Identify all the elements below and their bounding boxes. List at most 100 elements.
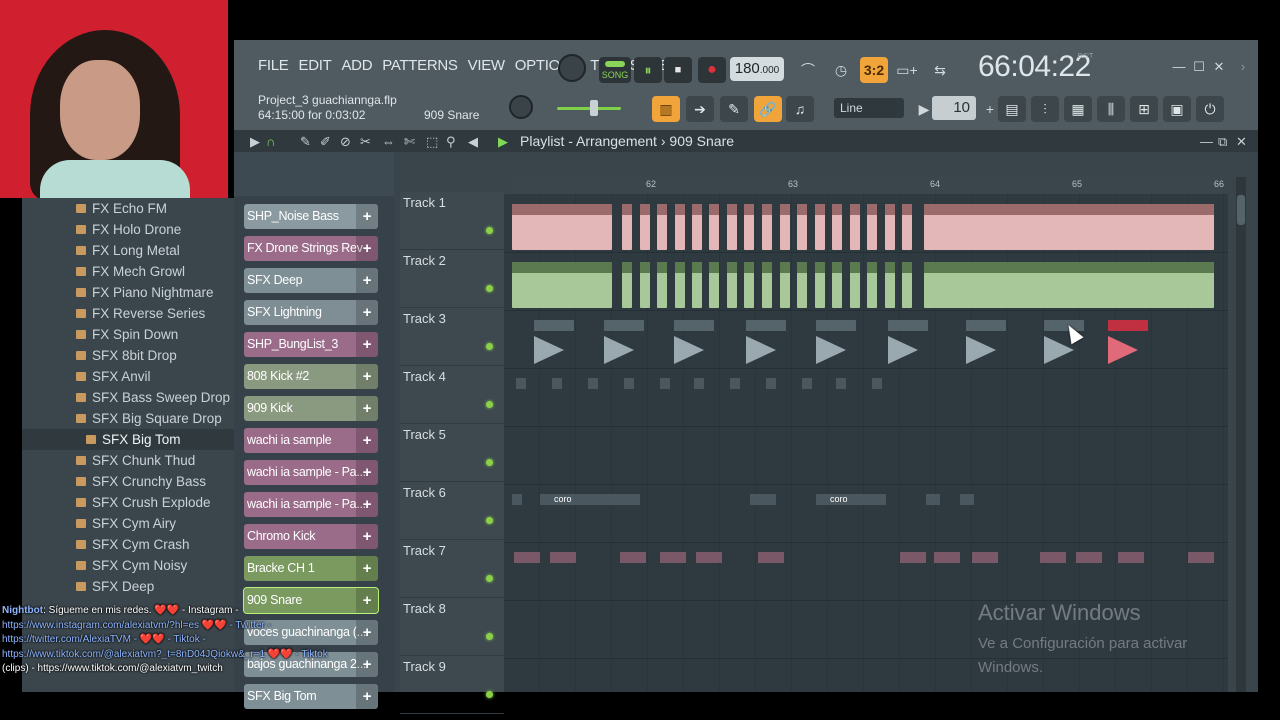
menu-item[interactable]: ADD: [341, 57, 372, 74]
audio-clip[interactable]: [888, 320, 928, 366]
tempo-display[interactable]: 180.000: [730, 57, 784, 81]
pattern-clip[interactable]: [926, 494, 940, 540]
track-mute-led[interactable]: [486, 285, 493, 292]
track-mute-led[interactable]: [486, 343, 493, 350]
pattern-clip[interactable]: [624, 378, 634, 424]
record-button[interactable]: ●: [698, 57, 726, 83]
pattern-clip[interactable]: [550, 552, 576, 598]
pattern-clip[interactable]: [766, 378, 776, 424]
add-channel-icon[interactable]: +: [356, 460, 378, 485]
audio-clip[interactable]: [797, 262, 807, 308]
audio-clip[interactable]: [867, 204, 877, 250]
panel-arrow-icon[interactable]: ›: [1234, 58, 1252, 76]
add-channel-icon[interactable]: +: [356, 332, 378, 357]
audio-clip[interactable]: [867, 262, 877, 308]
audio-clip[interactable]: [744, 204, 754, 250]
channel-button[interactable]: SHP_BungList_3 +: [244, 332, 378, 357]
pattern-clip[interactable]: [750, 494, 776, 540]
playlist-minimize-icon[interactable]: —: [1200, 134, 1213, 149]
audio-clip[interactable]: [850, 204, 860, 250]
audio-clip[interactable]: [1108, 320, 1148, 366]
plugin-picker-icon[interactable]: ▣: [1163, 96, 1191, 122]
audio-clip[interactable]: [885, 204, 895, 250]
menu-item[interactable]: PATTERNS: [382, 57, 458, 74]
audio-clip[interactable]: [640, 262, 650, 308]
channel-button[interactable]: SFX Deep +: [244, 268, 378, 293]
add-channel-icon[interactable]: +: [356, 236, 378, 261]
audio-clip[interactable]: [762, 204, 772, 250]
audio-clip[interactable]: [692, 262, 702, 308]
maximize-icon[interactable]: ☐: [1190, 58, 1208, 76]
audio-clip[interactable]: [604, 320, 644, 366]
piano-roll-icon[interactable]: ▥: [652, 96, 680, 122]
track-header[interactable]: Track 9: [400, 656, 504, 714]
channel-button[interactable]: Chromo Kick +: [244, 524, 378, 549]
track-header[interactable]: Track 2: [400, 250, 504, 308]
mute-tool-icon[interactable]: ✂: [360, 134, 371, 150]
menu-item[interactable]: FILE: [258, 57, 289, 74]
audio-clip[interactable]: [657, 262, 667, 308]
channel-rack-icon[interactable]: ⫶: [1031, 96, 1059, 122]
chat-line[interactable]: (clips) - https://www.tiktok.com/@alexia…: [2, 662, 362, 677]
browser-item[interactable]: SFX Big Tom: [22, 429, 234, 450]
audio-clip[interactable]: [815, 262, 825, 308]
audio-clip[interactable]: [512, 204, 612, 250]
track-header[interactable]: Track 4: [400, 366, 504, 424]
pattern-song-toggle[interactable]: SONG: [599, 57, 631, 83]
audio-clip[interactable]: [675, 204, 685, 250]
slice-tool-icon[interactable]: ✄: [404, 134, 415, 150]
audio-clip[interactable]: [780, 204, 790, 250]
browser-item[interactable]: SFX Bass Sweep Drop: [22, 387, 234, 408]
select-tool-icon[interactable]: ⬚: [426, 134, 438, 150]
audio-clip[interactable]: [924, 204, 1214, 250]
arrow-right-icon[interactable]: ➔: [686, 96, 714, 122]
audio-clip[interactable]: [902, 204, 912, 250]
add-channel-icon[interactable]: +: [356, 524, 378, 549]
pencil-icon[interactable]: ✎: [720, 96, 748, 122]
countdown-icon[interactable]: 3:2: [860, 57, 888, 83]
snap-selector[interactable]: Line: [834, 98, 904, 118]
track-header[interactable]: Track 6: [400, 482, 504, 540]
delete-tool-icon[interactable]: ⊘: [340, 134, 351, 150]
add-channel-icon[interactable]: +: [356, 396, 378, 421]
plug-icon[interactable]: ⏻: [1196, 96, 1224, 122]
pattern-clip[interactable]: [1040, 552, 1066, 598]
pattern-clip[interactable]: [1118, 552, 1144, 598]
pattern-clip[interactable]: [588, 378, 598, 424]
mixer-icon[interactable]: ⫼: [1097, 96, 1125, 122]
audio-clip[interactable]: [622, 262, 632, 308]
pattern-clip[interactable]: [900, 552, 926, 598]
playlist-close-icon[interactable]: ✕: [1236, 134, 1247, 150]
step-edit-icon[interactable]: ▭+: [893, 57, 921, 83]
audio-clip[interactable]: [727, 262, 737, 308]
audio-clip[interactable]: [885, 262, 895, 308]
browser-item[interactable]: SFX Cym Airy: [22, 513, 234, 534]
slider-handle[interactable]: [590, 100, 598, 116]
channel-button[interactable]: Bracke CH 1 +: [244, 556, 378, 581]
add-channel-icon[interactable]: +: [356, 364, 378, 389]
typing-keyboard-icon[interactable]: ♫: [786, 96, 814, 122]
pattern-clip[interactable]: [972, 552, 998, 598]
audio-clip[interactable]: [780, 262, 790, 308]
add-channel-icon[interactable]: +: [356, 268, 378, 293]
browser-item[interactable]: FX Holo Drone: [22, 219, 234, 240]
timeline-ruler[interactable]: 62 63 64 65 66: [512, 176, 1224, 194]
add-channel-icon[interactable]: +: [356, 556, 378, 581]
add-channel-icon[interactable]: +: [356, 428, 378, 453]
browser-item[interactable]: SFX Chunk Thud: [22, 450, 234, 471]
audio-clip[interactable]: [709, 262, 719, 308]
zoom-tool-icon[interactable]: ⚲: [446, 134, 456, 150]
pattern-clip[interactable]: [660, 378, 670, 424]
channel-button[interactable]: SHP_Noise Bass +: [244, 204, 378, 229]
audio-clip[interactable]: [622, 204, 632, 250]
add-channel-icon[interactable]: +: [356, 300, 378, 325]
pattern-clip[interactable]: [552, 378, 562, 424]
track-mute-led[interactable]: [486, 227, 493, 234]
track-mute-led[interactable]: [486, 401, 493, 408]
browser-item[interactable]: FX Piano Nightmare: [22, 282, 234, 303]
add-channel-icon[interactable]: +: [356, 204, 378, 229]
paint-tool-icon[interactable]: ✐: [320, 134, 331, 150]
stop-button[interactable]: ■: [664, 57, 692, 83]
chat-line[interactable]: https://twitter.com/AlexiaTVM - ❤️❤️ - T…: [2, 633, 362, 648]
track-header[interactable]: Track 8: [400, 598, 504, 656]
